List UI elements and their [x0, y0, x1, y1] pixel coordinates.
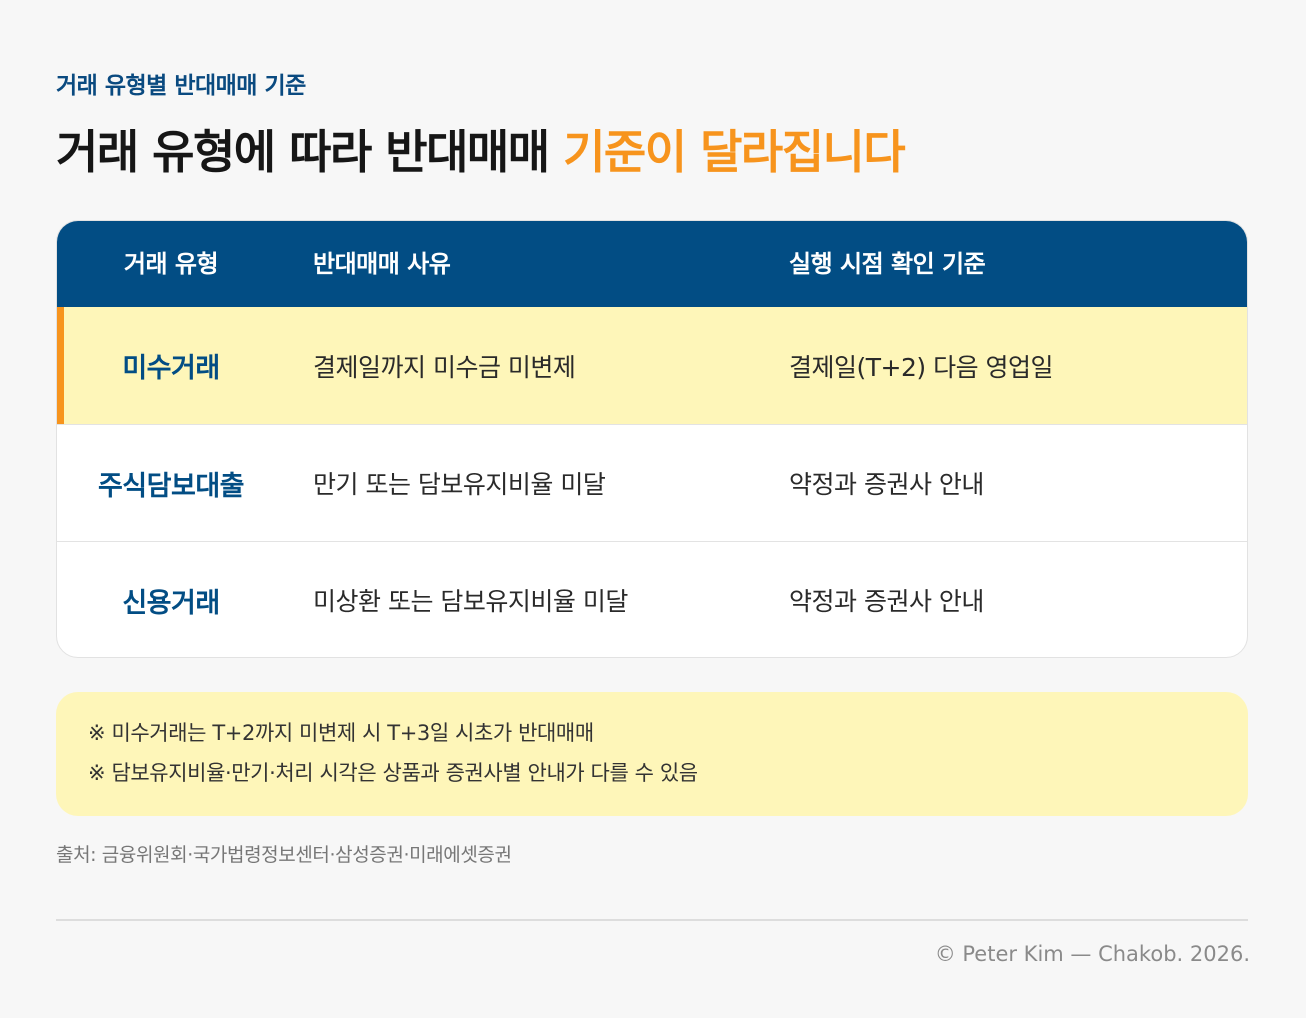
row-reason: 미상환 또는 담보유지비율 미달 — [313, 587, 628, 616]
headline-accent: 기준이 달라집니다 — [563, 125, 906, 179]
row-type: 미수거래 — [122, 353, 220, 384]
eyebrow-title: 거래 유형별 반대매매 기준 — [56, 73, 306, 99]
row-timing: 결제일(T+2) 다음 영업일 — [789, 352, 1054, 382]
row-timing: 약정과 증권사 안내 — [789, 470, 984, 499]
table-row: 신용거래 미상환 또는 담보유지비율 미달 약정과 증권사 안내 — [57, 541, 1247, 657]
note-item: ※ 담보유지비율·만기·처리 시각은 상품과 증권사별 안내가 다를 수 있음 — [88, 761, 698, 785]
row-type: 주식담보대출 — [97, 470, 245, 502]
row-type: 신용거래 — [122, 587, 220, 619]
column-header-timing: 실행 시점 확인 기준 — [789, 250, 986, 278]
row-reason: 결제일까지 미수금 미변제 — [313, 352, 576, 382]
table-row: 미수거래 결제일까지 미수금 미변제 결제일(T+2) 다음 영업일 — [57, 307, 1247, 424]
headline: 거래 유형에 따라 반대매매 기준이 달라집니다 — [56, 116, 906, 182]
column-header-reason: 반대매매 사유 — [313, 250, 451, 278]
copyright-text: © Peter Kim — Chakob. 2026. — [934, 942, 1250, 966]
row-timing: 약정과 증권사 안내 — [789, 587, 984, 616]
row-reason: 만기 또는 담보유지비율 미달 — [313, 470, 606, 499]
column-header-type: 거래 유형 — [123, 250, 219, 278]
table-header: 거래 유형 반대매매 사유 실행 시점 확인 기준 — [57, 221, 1247, 307]
source-text: 출처: 금융위원회·국가법령정보센터·삼성증권·미래에셋증권 — [56, 844, 512, 866]
comparison-table: 거래 유형 반대매매 사유 실행 시점 확인 기준 미수거래 결제일까지 미수금… — [56, 220, 1248, 658]
table-row: 주식담보대출 만기 또는 담보유지비율 미달 약정과 증권사 안내 — [57, 424, 1247, 541]
notes-box: ※ 미수거래는 T+2까지 미변제 시 T+3일 시초가 반대매매 ※ 담보유지… — [56, 692, 1248, 816]
note-item: ※ 미수거래는 T+2까지 미변제 시 T+3일 시초가 반대매매 — [88, 721, 594, 745]
headline-main: 거래 유형에 따라 반대매매 — [56, 125, 564, 179]
divider — [56, 919, 1248, 921]
